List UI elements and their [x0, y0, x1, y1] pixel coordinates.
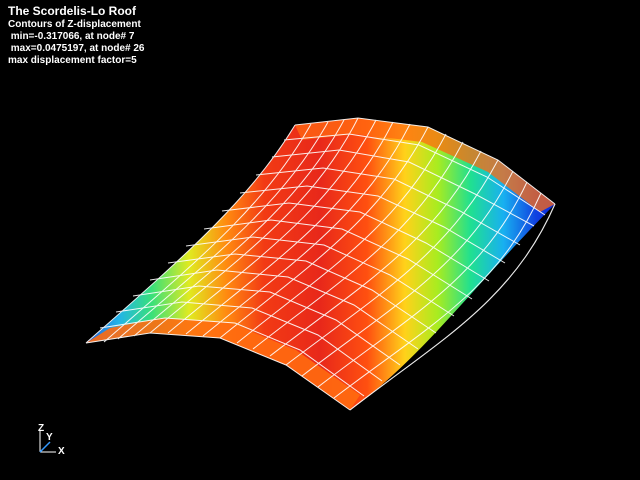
z-axis-label: Z: [38, 423, 45, 434]
max-value-line: max=0.0475197, at node# 26: [8, 43, 145, 54]
min-value-line: min=-0.317066, at node# 7: [8, 31, 135, 42]
plot-subtitle: Contours of Z-displacement: [8, 19, 141, 30]
plot-info-overlay: The Scordelis-Lo Roof Contours of Z-disp…: [8, 4, 144, 67]
graphics-viewport[interactable]: The Scordelis-Lo Roof Contours of Z-disp…: [0, 0, 640, 480]
x-axis-label: X: [58, 446, 65, 457]
y-axis-label: Y: [46, 432, 53, 443]
plot-title: The Scordelis-Lo Roof: [8, 4, 137, 18]
displacement-factor-line: max displacement factor=5: [8, 55, 137, 66]
deformed-roof-mesh[interactable]: [0, 0, 640, 480]
